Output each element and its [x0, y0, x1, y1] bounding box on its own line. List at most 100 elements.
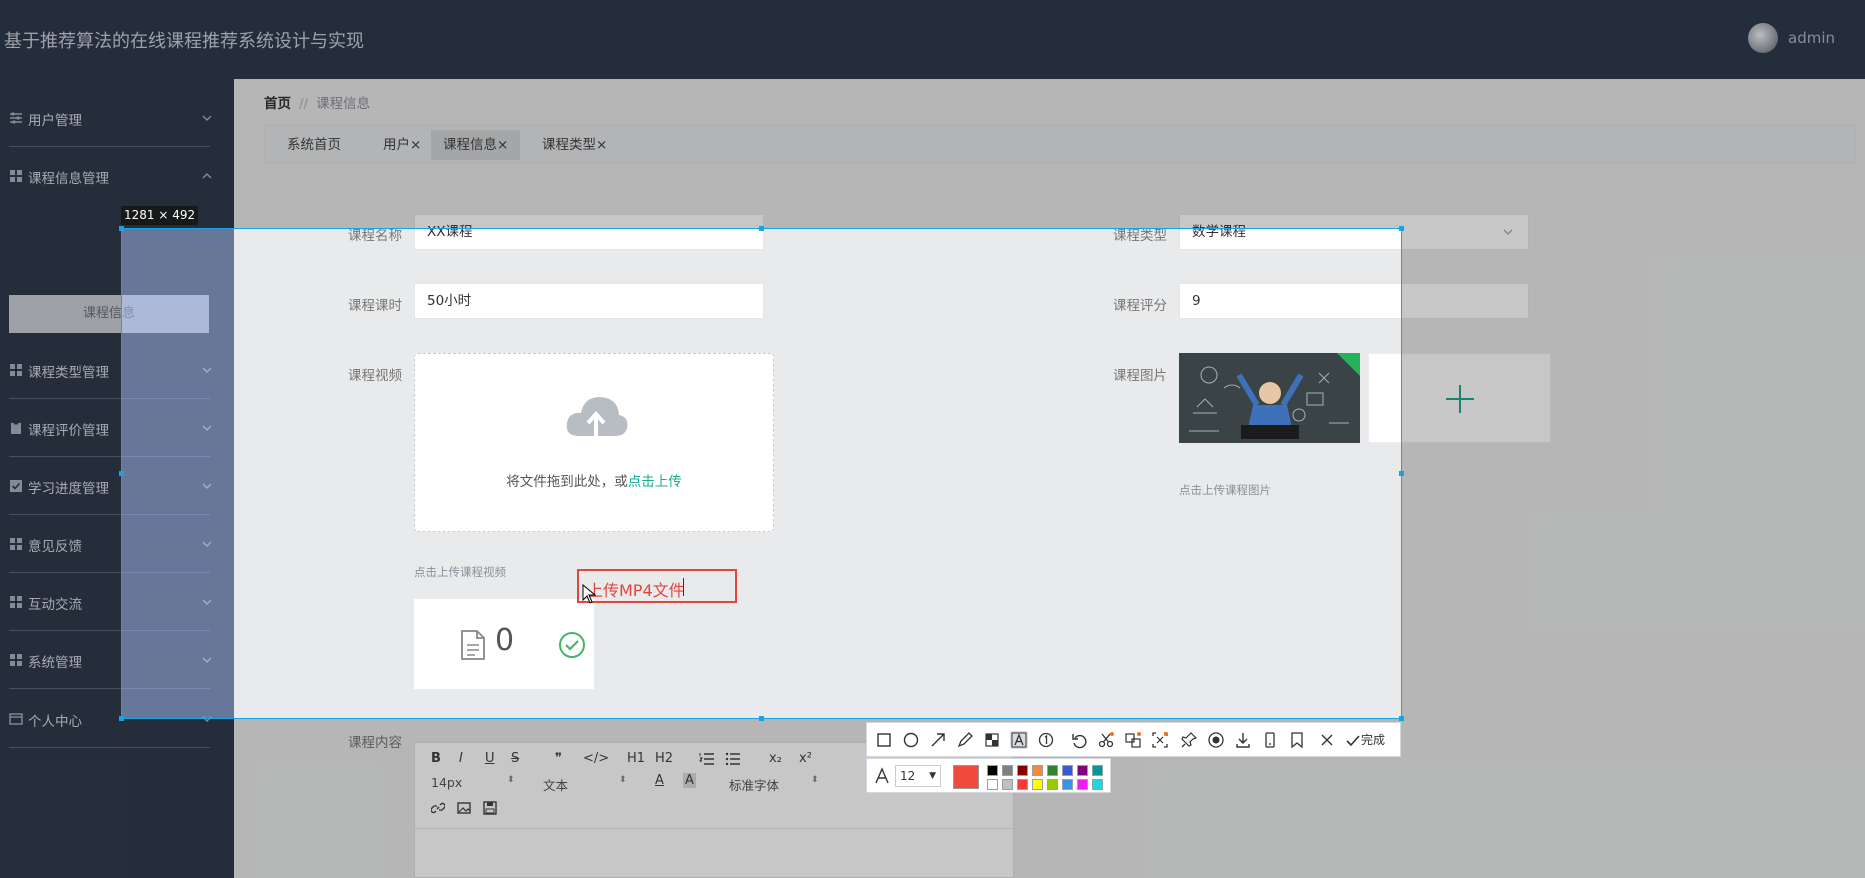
link-icon[interactable] — [431, 801, 445, 815]
color-swatch[interactable] — [1047, 765, 1058, 776]
close-icon[interactable]: × — [410, 137, 421, 153]
wallet-icon — [9, 713, 23, 725]
bookmark-icon[interactable] — [1288, 731, 1306, 749]
close-icon[interactable]: × — [596, 137, 607, 153]
selection-size-label: 1281 × 492 — [121, 206, 199, 225]
translate-icon[interactable] — [1124, 731, 1142, 749]
code-button[interactable]: </> — [583, 751, 609, 766]
tab-label: 课程信息 — [443, 137, 497, 153]
mosaic-tool-icon[interactable] — [983, 731, 1001, 749]
breadcrumb-home[interactable]: 首页 — [264, 96, 291, 112]
resize-handle[interactable] — [119, 226, 124, 231]
color-swatch[interactable] — [987, 765, 998, 776]
resize-handle[interactable] — [1399, 716, 1404, 721]
close-icon[interactable] — [1318, 731, 1336, 749]
bullet-list-icon[interactable] — [725, 752, 741, 766]
resize-handle[interactable] — [1399, 226, 1404, 231]
color-swatch[interactable] — [1092, 779, 1103, 790]
heading2-button[interactable]: H2 — [655, 751, 673, 766]
ellipse-tool-icon[interactable] — [902, 731, 920, 749]
annotation-text[interactable]: 上传MP4文件 — [587, 577, 685, 601]
mobile-icon[interactable] — [1261, 731, 1279, 749]
rectangle-tool-icon[interactable] — [875, 731, 893, 749]
color-swatch[interactable] — [1047, 779, 1058, 790]
undo-icon[interactable] — [1070, 731, 1088, 749]
color-swatch[interactable] — [1032, 765, 1043, 776]
heading1-button[interactable]: H1 — [627, 751, 645, 766]
tab-user[interactable]: 用户× — [371, 130, 433, 160]
resize-handle[interactable] — [119, 471, 124, 476]
color-swatch[interactable] — [987, 779, 998, 790]
blockquote-button[interactable]: ❞ — [555, 751, 562, 766]
chevron-down-icon — [202, 115, 212, 121]
done-label: 完成 — [1361, 733, 1386, 747]
color-swatch[interactable] — [1062, 779, 1073, 790]
bold-button[interactable]: B — [431, 751, 441, 766]
color-swatch[interactable] — [1002, 765, 1013, 776]
arrow-tool-icon[interactable] — [929, 731, 947, 749]
done-button[interactable]: 完成 — [1345, 731, 1385, 748]
color-swatch[interactable] — [1077, 765, 1088, 776]
color-swatch[interactable] — [1077, 779, 1088, 790]
underline-button[interactable]: U — [485, 751, 495, 766]
close-icon[interactable]: × — [497, 137, 508, 153]
tab-label: 课程类型 — [542, 137, 596, 153]
text-tool-icon[interactable] — [1010, 731, 1028, 749]
pencil-tool-icon[interactable] — [956, 731, 974, 749]
capture-selection[interactable] — [121, 228, 1402, 719]
cut-icon[interactable] — [1097, 731, 1115, 749]
tab-home[interactable]: 系统首页 — [275, 130, 353, 160]
pin-icon[interactable] — [1180, 731, 1198, 749]
font-color-icon[interactable]: A — [655, 773, 664, 788]
user-menu[interactable]: admin — [1748, 23, 1835, 53]
text-style-select[interactable]: 文本 — [543, 775, 568, 794]
font-size-select[interactable]: 14px — [431, 775, 462, 790]
ordered-list-icon[interactable] — [699, 752, 715, 766]
tab-course-type[interactable]: 课程类型× — [530, 130, 619, 160]
sidebar-item-label: 意见反馈 — [28, 539, 82, 555]
tab-course-info[interactable]: 课程信息× — [431, 130, 521, 160]
sidebar-item-label: 系统管理 — [28, 655, 82, 671]
ocr-icon[interactable] — [1151, 731, 1169, 749]
color-swatch[interactable] — [1062, 765, 1073, 776]
sidebar-item-user-management[interactable]: 用户管理 — [0, 89, 234, 147]
resize-handle[interactable] — [759, 716, 764, 721]
font-family-select[interactable]: 标准字体 — [729, 775, 779, 794]
subscript-icon[interactable]: x₂ — [769, 751, 782, 766]
superscript-icon[interactable]: x² — [799, 751, 812, 766]
resize-handle[interactable] — [759, 226, 764, 231]
italic-button[interactable]: I — [459, 751, 463, 766]
resize-handle[interactable] — [119, 716, 124, 721]
color-swatch[interactable] — [1092, 765, 1103, 776]
chevron-updown-icon: ⬍ — [507, 775, 515, 785]
capture-toolbar: 完成 — [866, 722, 1401, 757]
annotation-text-box[interactable]: 上传MP4文件 — [577, 569, 737, 603]
sidebar-item-course-info-management[interactable]: 课程信息管理 — [0, 147, 234, 205]
sidebar-item-label: 学习进度管理 — [28, 481, 109, 497]
text-caret — [683, 578, 684, 596]
video-icon[interactable] — [483, 801, 497, 815]
clipboard-icon — [11, 422, 21, 434]
chevron-updown-icon: ⬍ — [619, 775, 627, 785]
strikethrough-button[interactable]: S — [511, 751, 519, 766]
resize-handle[interactable] — [1399, 471, 1404, 476]
plus-icon — [1446, 385, 1474, 413]
avatar[interactable] — [1748, 23, 1778, 53]
download-icon[interactable] — [1234, 731, 1252, 749]
tab-label: 系统首页 — [287, 137, 341, 153]
sidebar-item-label: 课程类型管理 — [28, 365, 109, 381]
image-icon[interactable] — [457, 801, 471, 815]
user-name[interactable]: admin — [1788, 29, 1835, 47]
background-color-icon[interactable]: A — [683, 773, 696, 788]
color-swatch[interactable] — [1032, 779, 1043, 790]
current-color-swatch[interactable] — [953, 765, 979, 789]
color-swatch[interactable] — [1017, 765, 1028, 776]
font-size-dropdown[interactable]: 12 ▼ — [895, 765, 941, 787]
color-swatch[interactable] — [1002, 779, 1013, 790]
top-header: 基于推荐算法的在线课程推荐系统设计与实现 admin — [0, 0, 1865, 79]
record-icon[interactable] — [1207, 731, 1225, 749]
check-icon — [1346, 734, 1360, 746]
color-swatch[interactable] — [1017, 779, 1028, 790]
grid-icon — [10, 170, 22, 182]
number-tool-icon[interactable] — [1037, 731, 1055, 749]
